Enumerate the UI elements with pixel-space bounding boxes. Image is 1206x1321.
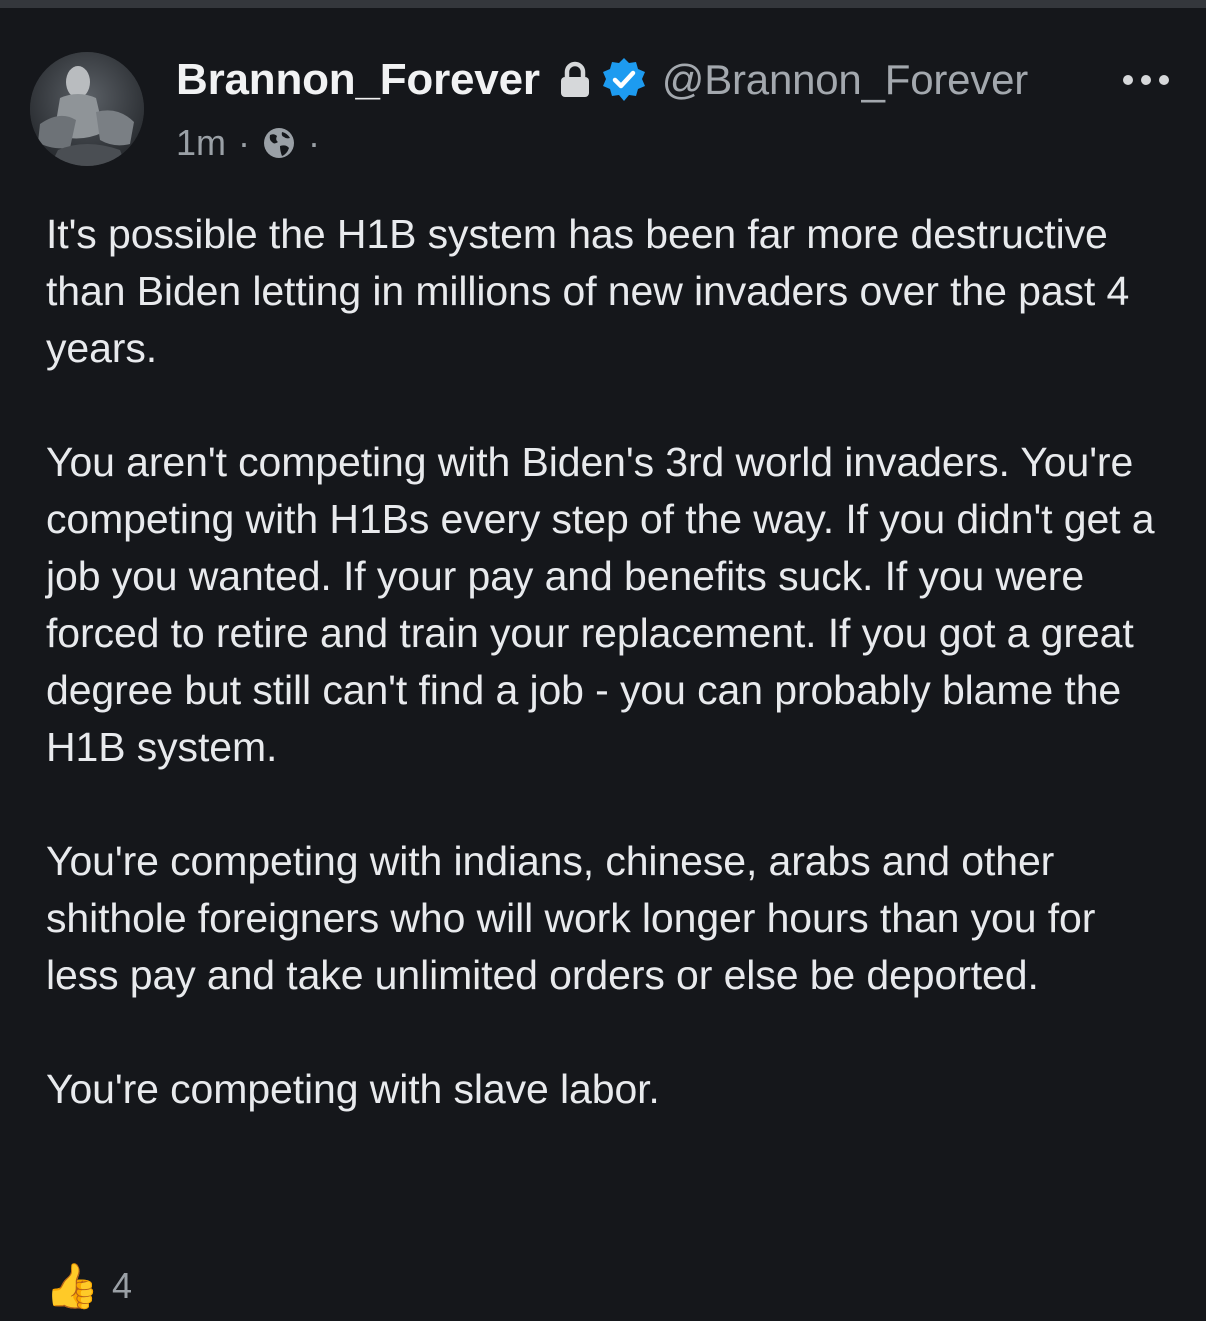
verified-badge-icon: [600, 56, 648, 104]
post-meta: 1m · ·: [176, 120, 332, 166]
lock-icon: [558, 61, 592, 99]
post-paragraph: You're competing with indians, chinese, …: [46, 838, 1096, 998]
meta-separator: ·: [238, 122, 251, 163]
post-body: It's possible the H1B system has been fa…: [46, 206, 1166, 1118]
more-options-icon[interactable]: [1120, 70, 1172, 90]
avatar[interactable]: [30, 52, 144, 166]
avatar-image: [30, 52, 144, 166]
reaction-count: 4: [112, 1265, 133, 1306]
thumbs-up-icon[interactable]: 👍: [45, 1260, 100, 1312]
meta-separator: ·: [308, 122, 321, 163]
author-handle[interactable]: @Brannon_Forever: [662, 56, 1028, 104]
post-timestamp[interactable]: 1m: [176, 122, 226, 164]
post-paragraph: It's possible the H1B system has been fa…: [46, 211, 1130, 371]
author-line: Brannon_Forever @Brannon_Forever: [176, 52, 1028, 108]
reactions-bar[interactable]: 👍 4: [45, 1258, 133, 1314]
post-card: Brannon_Forever @Brannon_Forever 1m · · …: [0, 8, 1206, 1321]
top-divider: [0, 0, 1206, 8]
globe-icon: [262, 126, 296, 160]
post-paragraph: You aren't competing with Biden's 3rd wo…: [46, 439, 1155, 770]
author-display-name[interactable]: Brannon_Forever: [176, 55, 540, 105]
post-paragraph: You're competing with slave labor.: [46, 1066, 660, 1112]
